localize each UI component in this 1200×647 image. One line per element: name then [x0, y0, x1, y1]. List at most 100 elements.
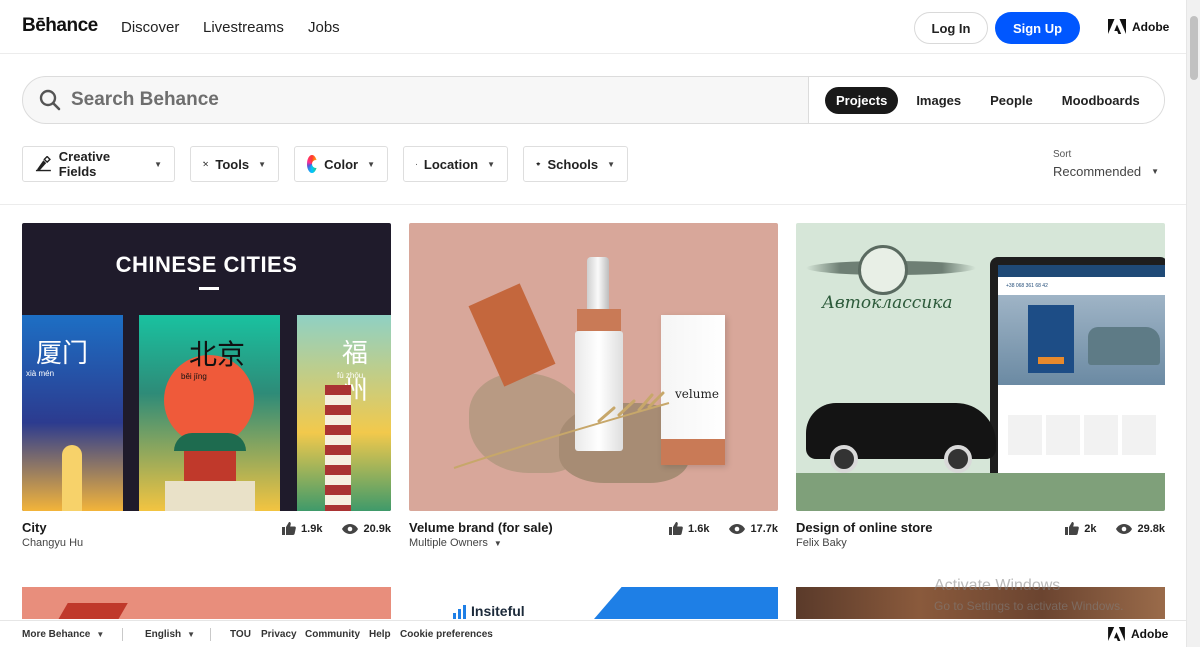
chevron-down-icon: ▼	[487, 159, 495, 169]
like-count: 1.9k	[301, 522, 323, 535]
color-filter[interactable]: Color ▼	[294, 146, 388, 182]
project-thumbnail[interactable]: Автоклассика +38 068 361 68 42	[796, 223, 1165, 511]
footer-adobe-label: Adobe	[1131, 627, 1169, 641]
project-meta: Velume brand (for sale) Multiple Owners …	[409, 511, 778, 551]
poster-tower	[62, 445, 82, 511]
insiteful-logo: Insiteful	[453, 603, 525, 619]
project-title[interactable]: Design of online store	[796, 520, 933, 535]
project-thumbnail[interactable]: CHINESE CITIES 厦门 xià mén 北京 běi jīng 福州…	[22, 223, 391, 511]
site-nav	[998, 265, 1165, 277]
footer-link-tou[interactable]: TOU	[230, 629, 251, 640]
scroll-thumb[interactable]	[1190, 16, 1198, 80]
insiteful-wordmark: Insiteful	[471, 603, 525, 619]
bottle-pump	[587, 257, 609, 309]
eye-icon	[729, 523, 746, 534]
sort-control[interactable]: Sort Recommended ▼	[1053, 149, 1159, 179]
behance-logo[interactable]: Bēhance	[22, 15, 98, 37]
signup-button[interactable]: Sign Up	[995, 12, 1080, 44]
creative-fields-filter[interactable]: Creative Fields ▼	[22, 146, 175, 182]
watermark-line-2: Go to Settings to activate Windows.	[934, 599, 1124, 613]
project-card[interactable]: CHINESE CITIES 厦门 xià mén 北京 běi jīng 福州…	[22, 223, 391, 551]
poster-temple-body	[184, 451, 236, 481]
color-wheel-icon	[307, 155, 321, 173]
nav-discover[interactable]: Discover	[121, 19, 179, 36]
project-thumbnail[interactable]: velume	[409, 223, 778, 511]
more-behance-menu[interactable]: More Behance ▼	[22, 629, 104, 640]
login-button[interactable]: Log In	[914, 12, 988, 44]
chevron-down-icon: ▼	[154, 159, 162, 169]
adobe-link[interactable]: Adobe	[1108, 19, 1169, 34]
poster-temple-base	[165, 481, 255, 511]
tab-moodboards[interactable]: Moodboards	[1051, 87, 1151, 114]
search-field[interactable]	[23, 77, 808, 123]
watermark-line-1: Activate Windows	[934, 577, 1061, 594]
thumbs-up-icon	[1065, 522, 1080, 535]
project-thumbnail-partial[interactable]: Insiteful	[409, 587, 778, 619]
site-phone: +38 068 361 68 42	[1006, 283, 1048, 289]
like-count: 2k	[1084, 522, 1097, 535]
page-scrollbar[interactable]	[1186, 0, 1200, 647]
peek-shape	[594, 587, 778, 619]
schools-label: Schools	[547, 156, 599, 172]
search-input[interactable]	[71, 89, 751, 111]
footer-link-community[interactable]: Community	[305, 629, 360, 640]
sort-dropdown[interactable]: Recommended ▼	[1053, 164, 1159, 179]
owner-name: Felix Baky	[796, 537, 847, 549]
location-label: Location	[423, 156, 479, 172]
windows-activation-watermark: Activate Windows Go to Settings to activ…	[934, 576, 1123, 616]
site-search-button	[1038, 357, 1064, 364]
project-title[interactable]: Velume brand (for sale)	[409, 520, 553, 535]
graduation-cap-icon	[536, 162, 541, 166]
tab-images[interactable]: Images	[905, 87, 972, 114]
color-label: Color	[324, 156, 359, 172]
tools-filter[interactable]: Tools ▼	[190, 146, 279, 182]
eye-icon	[342, 523, 359, 534]
schools-filter[interactable]: Schools ▼	[523, 146, 628, 182]
thumbs-up-icon	[282, 522, 296, 535]
project-title[interactable]: City	[22, 520, 47, 535]
chevron-down-icon: ▼	[96, 630, 105, 639]
search-icon	[39, 89, 61, 111]
poster-beijing: 北京 běi jīng	[139, 315, 280, 511]
footer-link-help[interactable]: Help	[369, 629, 391, 640]
chevron-down-icon: ▼	[258, 159, 266, 169]
tools-icon	[203, 161, 208, 167]
site-products	[1008, 415, 1158, 455]
thumbnail-heading: CHINESE CITIES	[115, 252, 298, 277]
chevron-down-icon: ▼	[187, 630, 196, 639]
footer-adobe-link[interactable]: Adobe	[1108, 627, 1168, 641]
footer-link-cookie-preferences[interactable]: Cookie preferences	[400, 629, 493, 640]
project-card[interactable]: velume Velume brand (for sale) Multiple …	[409, 223, 778, 551]
owner-name: Changyu Hu	[22, 537, 84, 549]
language-selector[interactable]: English ▼	[145, 629, 195, 640]
chevron-down-icon: ▼	[607, 159, 615, 169]
project-owner[interactable]: Multiple Owners ▼	[409, 537, 502, 549]
dried-branch	[453, 391, 670, 469]
tab-people[interactable]: People	[979, 87, 1044, 114]
nav-livestreams[interactable]: Livestreams	[203, 19, 284, 36]
poster-glyph: 厦门	[36, 339, 89, 369]
project-owner[interactable]: Changyu Hu	[22, 537, 83, 549]
sort-value: Recommended	[1053, 164, 1142, 179]
tools-label: Tools	[215, 156, 250, 172]
creative-fields-label: Creative Fields	[58, 149, 111, 179]
product-box	[468, 283, 556, 387]
view-count: 29.8k	[1137, 522, 1165, 535]
poster-label: fú zhōu	[337, 371, 364, 380]
chevron-down-icon: ▼	[1151, 167, 1160, 176]
peek-shape	[56, 603, 128, 619]
project-owner[interactable]: Felix Baky	[796, 537, 847, 549]
car-wheel	[830, 445, 858, 473]
project-thumbnail-partial[interactable]	[22, 587, 391, 619]
project-card[interactable]: Автоклассика +38 068 361 68 42 Design of…	[796, 223, 1165, 551]
nav-jobs[interactable]: Jobs	[308, 19, 340, 36]
search-type-tabs: Projects Images People Moodboards	[808, 77, 1164, 123]
tab-projects[interactable]: Projects	[825, 86, 899, 114]
location-filter[interactable]: Location ▼	[403, 146, 508, 182]
car-wheel	[944, 445, 972, 473]
project-stats: 1.9k 20.9k	[282, 522, 391, 535]
adobe-label: Adobe	[1132, 19, 1170, 34]
footer-link-privacy[interactable]: Privacy	[261, 629, 297, 640]
top-nav: Bēhance Discover Livestreams Jobs Log In…	[0, 0, 1186, 54]
poster-temple-roof	[174, 433, 246, 451]
